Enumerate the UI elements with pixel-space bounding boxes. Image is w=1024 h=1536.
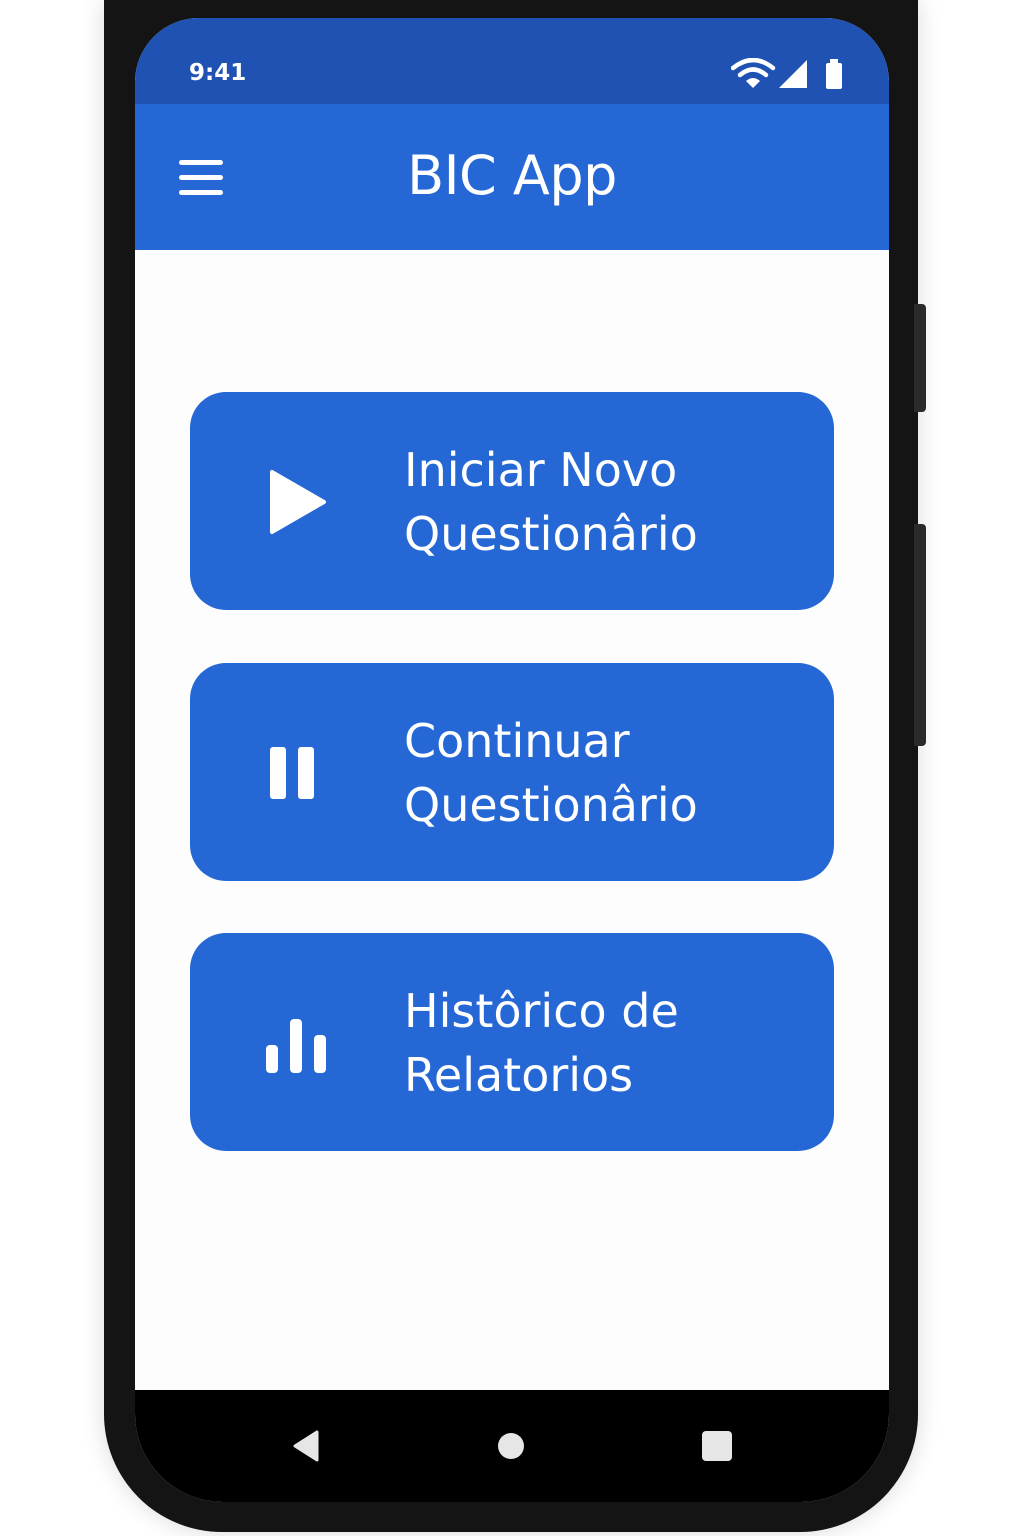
status-bar: 9:41 [135, 18, 889, 104]
volume-button [914, 304, 926, 412]
continue-questionnaire-label: Continuar Questionârio [404, 714, 698, 832]
report-history-label: Histôrico de Relatorios [404, 984, 679, 1102]
phone-screen: 9:41 BIC App Iniciar Novo Questionârio C… [135, 18, 889, 1502]
status-time: 9:41 [189, 60, 247, 86]
status-icons [731, 58, 842, 89]
play-icon [270, 470, 326, 534]
navigation-bar [135, 1390, 889, 1502]
app-title: BIC App [407, 144, 617, 207]
start-new-questionnaire-label: Iniciar Novo Questionârio [404, 443, 698, 561]
home-icon[interactable] [491, 1426, 531, 1466]
recents-icon[interactable] [697, 1426, 737, 1466]
back-icon[interactable] [287, 1426, 327, 1466]
battery-icon [826, 59, 842, 89]
bar-chart-icon [266, 1019, 326, 1073]
pause-icon [270, 747, 314, 799]
start-new-questionnaire-button[interactable]: Iniciar Novo Questionârio [190, 392, 834, 610]
wifi-icon [731, 58, 776, 88]
signal-icon [779, 60, 807, 88]
power-button [914, 524, 926, 746]
continue-questionnaire-button[interactable]: Continuar Questionârio [190, 663, 834, 881]
report-history-button[interactable]: Histôrico de Relatorios [190, 933, 834, 1151]
app-bar: BIC App [135, 104, 889, 250]
